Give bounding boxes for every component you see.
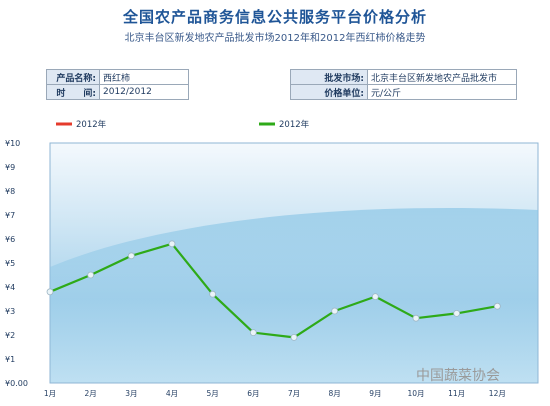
x-tick-label: 12月 [489, 389, 506, 398]
y-tick-label: ¥10 [5, 139, 20, 148]
legend-label: 2012年 [76, 119, 107, 130]
data-point [127, 252, 135, 260]
data-point [87, 271, 95, 279]
x-tick-label: 2月 [85, 389, 97, 398]
data-point [371, 293, 379, 301]
x-tick-label: 4月 [166, 389, 178, 398]
data-point [46, 288, 54, 296]
price-line-chart: 2012年 2012年 ¥0.00 ¥1 ¥2 ¥3 ¥4 ¥5 ¥6 ¥7 ¥8 ¥9 ¥10 1月… [5, 119, 539, 398]
y-tick-label: ¥7 [5, 211, 15, 220]
data-point [412, 314, 420, 322]
y-tick-label: ¥6 [5, 235, 15, 244]
y-tick-label: ¥8 [5, 187, 15, 196]
x-tick-label: 6月 [247, 389, 259, 398]
market-value: 北京丰台区新发地农产品批发市 [367, 69, 517, 85]
y-tick-label: ¥5 [5, 259, 15, 268]
data-point [209, 290, 217, 298]
price-unit-value: 元/公斤 [367, 84, 517, 100]
info-table-right: 批发市场: 北京丰台区新发地农产品批发市 价格单位: 元/公斤 [290, 69, 517, 100]
x-tick-label: 5月 [207, 389, 219, 398]
x-tick-label: 7月 [288, 389, 300, 398]
y-tick-label: ¥0.00 [5, 379, 28, 388]
data-point [290, 333, 298, 341]
data-point [249, 329, 257, 337]
y-tick-label: ¥9 [5, 163, 15, 172]
time-value: 2012/2012 [99, 84, 189, 100]
x-tick-label: 3月 [125, 389, 137, 398]
time-label: 时 间: [46, 84, 100, 100]
x-tick-label: 10月 [407, 389, 424, 398]
page-subtitle: 北京丰台区新发地农产品批发市场2012年和2012年西红柿价格走势 [124, 33, 426, 44]
market-label: 批发市场: [290, 69, 368, 85]
data-point [453, 309, 461, 317]
info-table-left: 产品名称: 西红柿 时 间: 2012/2012 [46, 69, 189, 100]
data-point [168, 240, 176, 248]
legend-label: 2012年 [279, 119, 310, 130]
y-tick-label: ¥3 [5, 307, 15, 316]
product-name-label: 产品名称: [46, 69, 100, 85]
y-tick-label: ¥1 [5, 355, 15, 364]
x-tick-label: 8月 [329, 389, 341, 398]
y-tick-label: ¥4 [5, 283, 15, 292]
data-point [331, 307, 339, 315]
x-tick-label: 1月 [44, 389, 56, 398]
data-point [493, 302, 501, 310]
product-name-value: 西红柿 [99, 69, 189, 85]
x-tick-label: 9月 [369, 389, 381, 398]
price-unit-label: 价格单位: [290, 84, 368, 100]
watermark-text: 中国蔬菜协会 [416, 368, 500, 384]
page-title: 全国农产品商务信息公共服务平台价格分析 [122, 8, 427, 26]
y-tick-label: ¥2 [5, 331, 15, 340]
x-tick-label: 11月 [448, 389, 465, 398]
